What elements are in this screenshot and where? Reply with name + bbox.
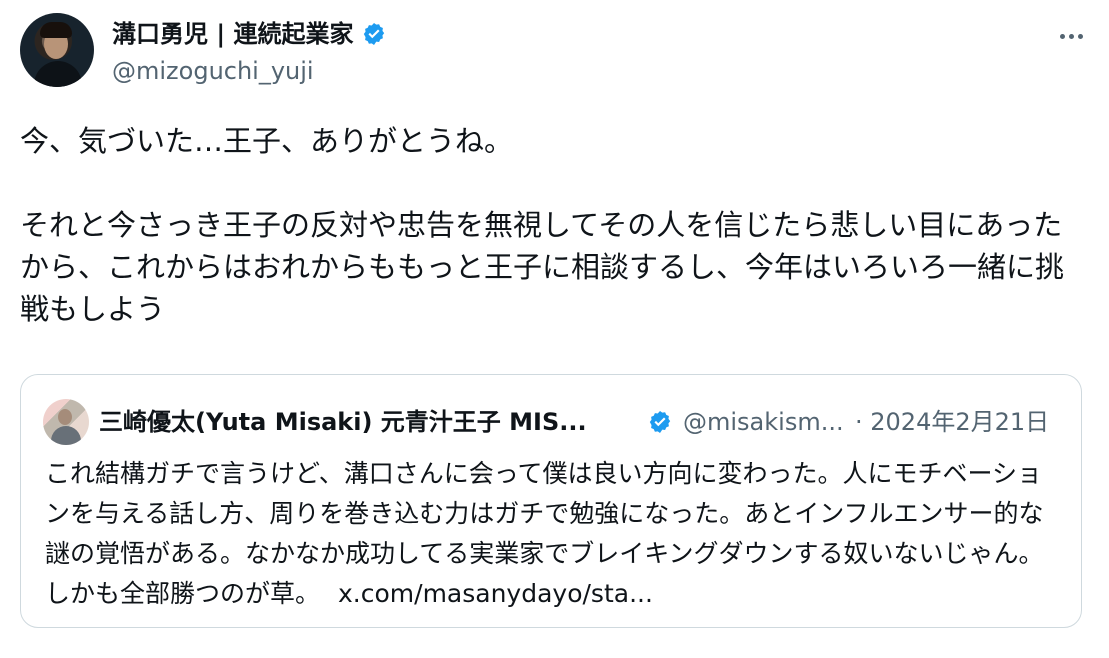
- avatar-shoulder-shape: [34, 61, 82, 87]
- quoted-author-display-name[interactable]: 三崎優太(Yuta Misaki) 元青汁王子 MIS...: [99, 406, 633, 438]
- more-options-button[interactable]: [1053, 18, 1089, 54]
- quoted-tweet-text: これ結構ガチで言うけど、溝口さんに会って僕は良い方向に変わった。人にモチベーショ…: [45, 454, 1065, 614]
- avatar-hair-shape: [40, 22, 72, 38]
- more-horizontal-icon-dot: [1059, 33, 1065, 39]
- quoted-tweet-card[interactable]: 三崎優太(Yuta Misaki) 元青汁王子 MIS... @misakism…: [20, 374, 1082, 628]
- author-row: 溝口勇児 | 連続起業家: [112, 14, 387, 54]
- more-horizontal-icon-dot: [1068, 33, 1074, 39]
- tweet-body-text: 今、気づいた…王子、ありがとうね。 それと今さっき王子の反対や忠告を無視してその…: [20, 124, 1065, 326]
- quoted-tweet-header: 三崎優太(Yuta Misaki) 元青汁王子 MIS... @misakism…: [43, 399, 1063, 445]
- author-display-name[interactable]: 溝口勇児 | 連続起業家: [112, 17, 353, 51]
- quoted-author-avatar[interactable]: [43, 399, 89, 445]
- quoted-verified-badge-icon: [649, 410, 671, 434]
- verified-badge-icon: [364, 22, 385, 46]
- quoted-tweet-link[interactable]: x.com/masanydayo/sta...: [338, 579, 653, 608]
- author-avatar[interactable]: [20, 13, 94, 87]
- author-handle[interactable]: @mizoguchi_yuji: [112, 54, 314, 88]
- more-horizontal-icon-dot: [1077, 33, 1083, 39]
- quoted-author-handle[interactable]: @misakism...: [683, 406, 847, 438]
- quoted-tweet-date[interactable]: · 2024年2月21日: [855, 406, 1049, 438]
